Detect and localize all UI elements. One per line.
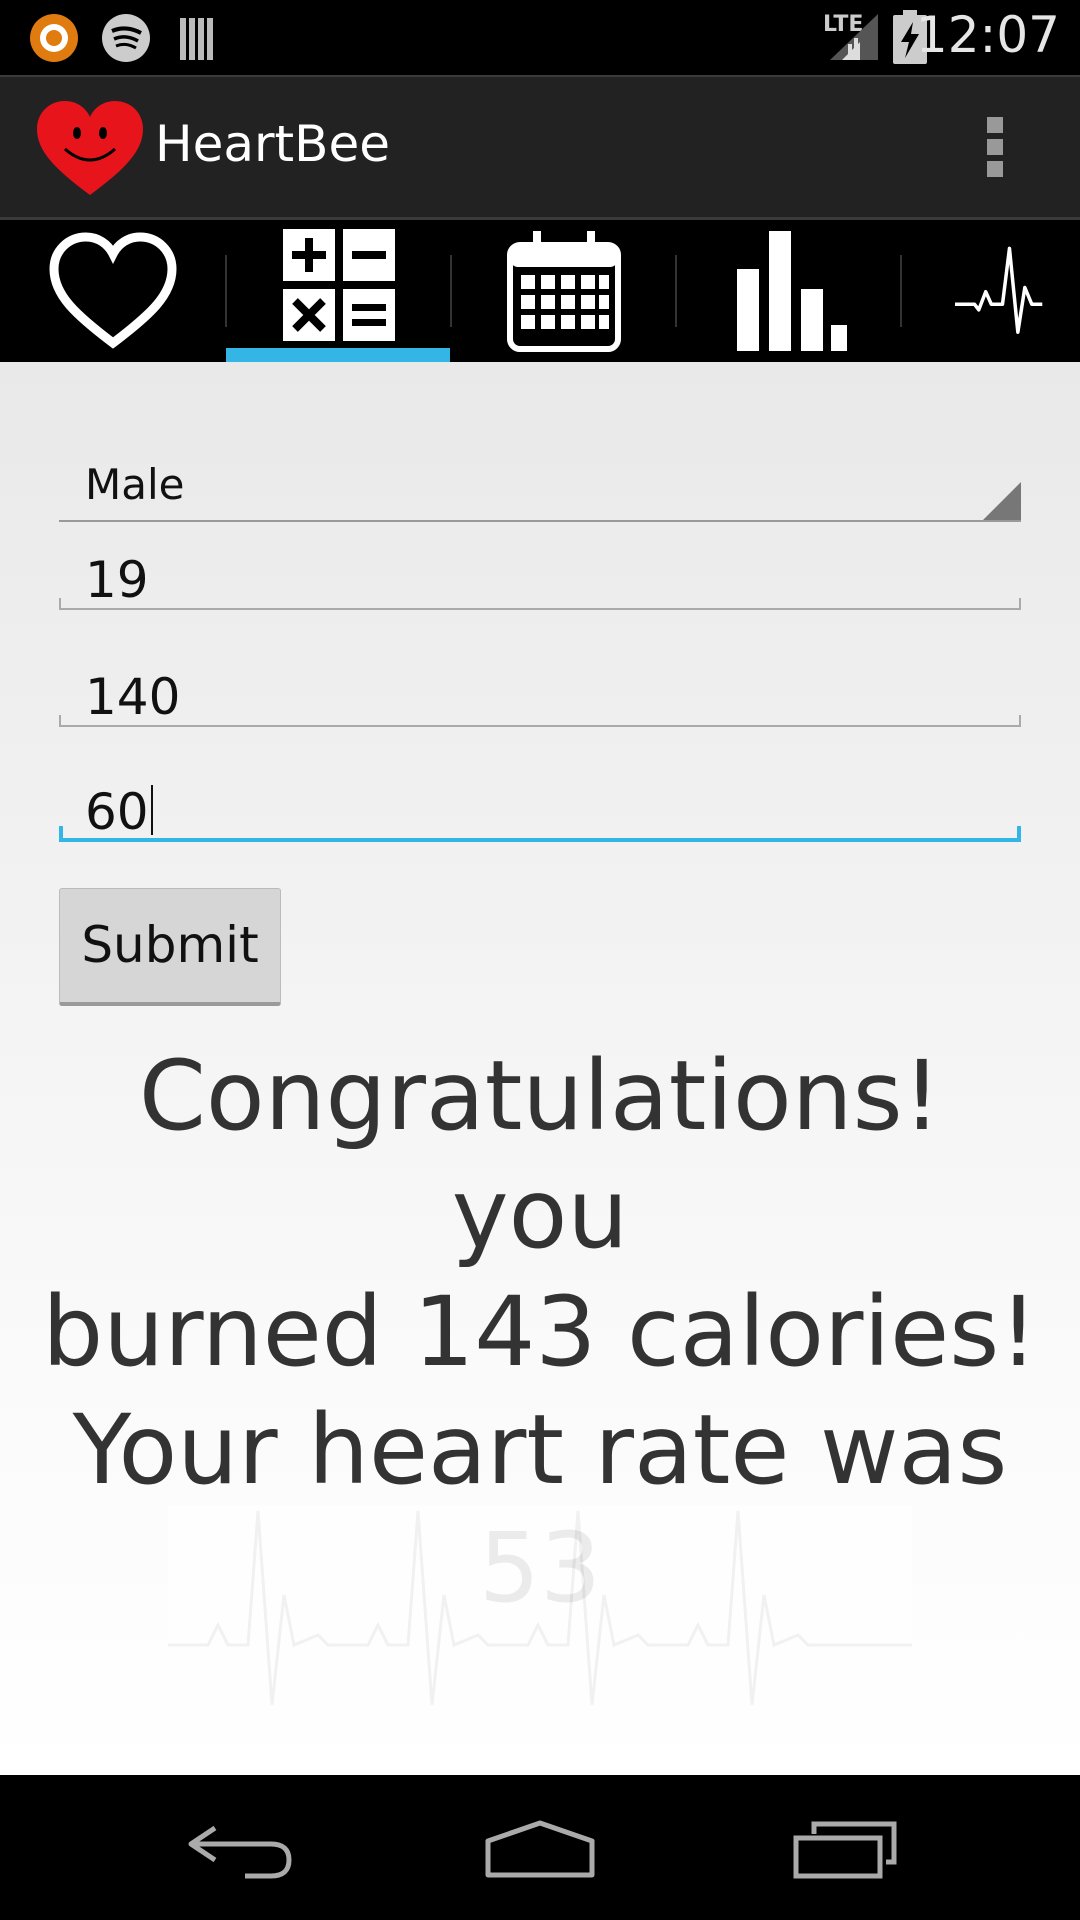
- heartbeat-icon: [955, 246, 1043, 334]
- calculator-icon: [274, 221, 403, 349]
- status-bar: LTE 12:07: [0, 0, 1080, 75]
- recents-icon: [793, 1821, 897, 1879]
- navigation-bar: [0, 1775, 1080, 1920]
- spotify-icon: [102, 14, 150, 62]
- heart-outline-icon: [48, 232, 177, 349]
- home-icon: [485, 1820, 595, 1878]
- result-line-2: burned 143 calories!: [42, 1276, 1038, 1388]
- minutes-field[interactable]: 60: [59, 782, 1021, 842]
- calendar-icon: [506, 231, 621, 352]
- dropdown-arrow-icon: [983, 482, 1021, 520]
- minutes-value: 60: [85, 782, 153, 842]
- back-icon: [188, 1825, 292, 1879]
- calculator-content: Male 19 140 60 Submit Congratulations! y…: [0, 362, 1080, 1775]
- avast-icon: [30, 14, 78, 62]
- result-line-1: Congratulations! you: [138, 1040, 942, 1270]
- recents-button[interactable]: [775, 1805, 915, 1895]
- text-cursor: [150, 785, 153, 835]
- age-value: 19: [85, 551, 149, 609]
- status-time: 12:07: [915, 6, 1060, 64]
- action-bar: HeartBee: [0, 75, 1080, 220]
- tab-calculator[interactable]: [226, 220, 451, 362]
- heart-smiley-icon[interactable]: [35, 99, 145, 199]
- gender-spinner[interactable]: Male: [59, 432, 1021, 522]
- weight-value: 140: [85, 668, 181, 726]
- ecg-watermark-image: [168, 1505, 912, 1725]
- app-title: HeartBee: [155, 115, 390, 173]
- lte-signal-icon: [830, 14, 878, 60]
- age-field[interactable]: 19: [59, 550, 1021, 610]
- overflow-menu-icon[interactable]: [980, 117, 1010, 187]
- tab-heart[interactable]: [0, 220, 225, 362]
- submit-button[interactable]: Submit: [59, 888, 281, 1006]
- bar-chart-icon: [736, 231, 847, 351]
- tab-heartbeat[interactable]: [901, 220, 1080, 362]
- back-button[interactable]: [170, 1805, 310, 1895]
- result-line-3: Your heart rate was: [72, 1394, 1008, 1506]
- tab-stats[interactable]: [676, 220, 901, 362]
- home-button[interactable]: [470, 1805, 610, 1895]
- weight-field[interactable]: 140: [59, 667, 1021, 727]
- tab-selected-indicator: [226, 348, 450, 362]
- tab-bar: [0, 220, 1080, 362]
- gender-value: Male: [85, 460, 185, 509]
- tab-calendar[interactable]: [451, 220, 676, 362]
- library-icon: [180, 18, 213, 60]
